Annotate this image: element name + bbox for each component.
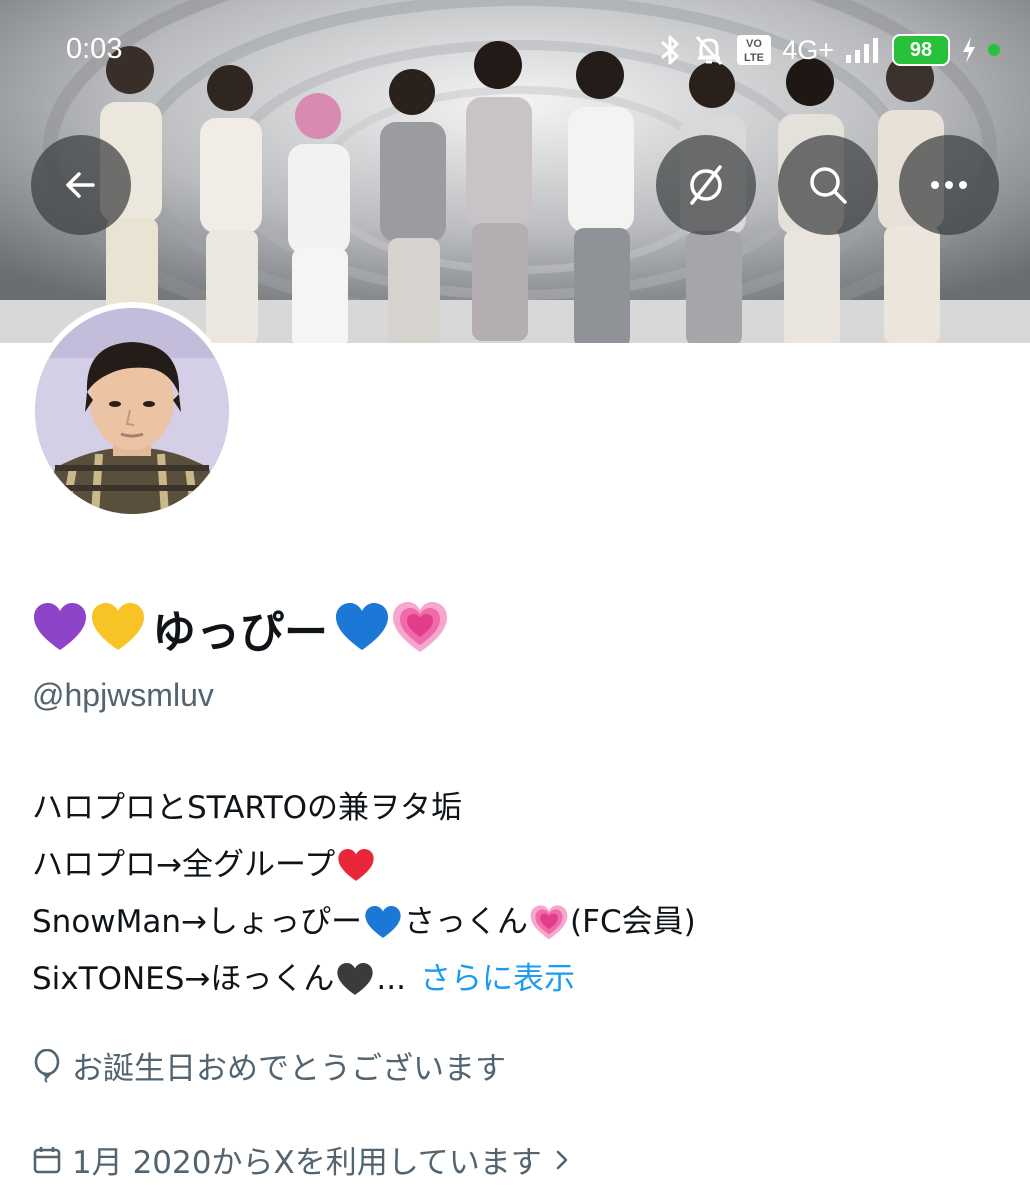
status-icons: VO LTE 4G+ 98 (658, 30, 1000, 70)
battery-indicator: 98 (892, 34, 950, 66)
join-date-text: 1月 2020からXを利用しています (72, 1145, 542, 1181)
display-name-text: ゆっぴー (152, 607, 328, 658)
network-type: 4G+ (782, 34, 834, 65)
join-date-row[interactable]: 1月 2020からXを利用しています (32, 1137, 572, 1182)
purple-heart-emoji (34, 603, 86, 650)
search-icon (810, 167, 847, 204)
avatar-image (35, 308, 229, 514)
display-name: ゆっぴー (32, 596, 448, 660)
birthday-row: お誕生日おめでとうございます (32, 1043, 506, 1088)
status-dot (988, 44, 1000, 56)
bell-muted-icon (696, 36, 723, 65)
grok-button[interactable] (656, 135, 756, 235)
birthday-text: お誕生日おめでとうございます (72, 1051, 506, 1087)
bio-line-1: ハロプロとSTARTOの兼ヲタ垢 (32, 790, 463, 826)
balloon-icon (34, 1048, 60, 1083)
calendar-icon (33, 1146, 61, 1173)
svg-text:VO: VO (746, 38, 762, 50)
blue-heart-emoji (365, 905, 401, 938)
status-time: 0:03 (66, 33, 123, 65)
grok-icon (690, 165, 722, 205)
blue-heart-emoji (336, 603, 388, 650)
search-button[interactable] (778, 135, 878, 235)
profile-avatar[interactable] (29, 302, 235, 520)
profile-banner[interactable]: 0:03 VO LTE 4G+ 98 (0, 0, 1030, 343)
bluetooth-icon (661, 35, 679, 65)
svg-text:LTE: LTE (744, 52, 764, 64)
red-heart-emoji (338, 848, 374, 881)
arrow-left-icon (66, 172, 95, 198)
more-options-button[interactable] (899, 135, 999, 235)
bio-line-2: ハロプロ→全グループ (32, 837, 696, 894)
bio-line-4: SixTONES→ほっくん ... さらに表示 (32, 951, 696, 1008)
profile-handle: @hpjwsmluv (32, 677, 214, 713)
status-bar: 0:03 VO LTE 4G+ 98 (0, 0, 1030, 100)
signal-icon (846, 38, 878, 63)
more-horizontal-icon (931, 181, 967, 189)
growing-heart-emoji (393, 602, 447, 652)
volte-icon: VO LTE (737, 35, 772, 65)
back-button[interactable] (31, 135, 131, 235)
charging-bolt-icon (963, 37, 975, 63)
chevron-right-icon (556, 1150, 568, 1169)
profile-bio: ハロプロとSTARTOの兼ヲタ垢 ハロプロ→全グループ SnowMan→しょっぴ… (32, 780, 696, 1008)
bio-line-3: SnowMan→しょっぴー さっくん (FC会員) (32, 904, 696, 940)
black-heart-emoji (337, 962, 374, 995)
growing-heart-emoji (530, 904, 568, 939)
yellow-heart-emoji (92, 603, 144, 650)
show-more-link[interactable]: さらに表示 (420, 951, 575, 1008)
